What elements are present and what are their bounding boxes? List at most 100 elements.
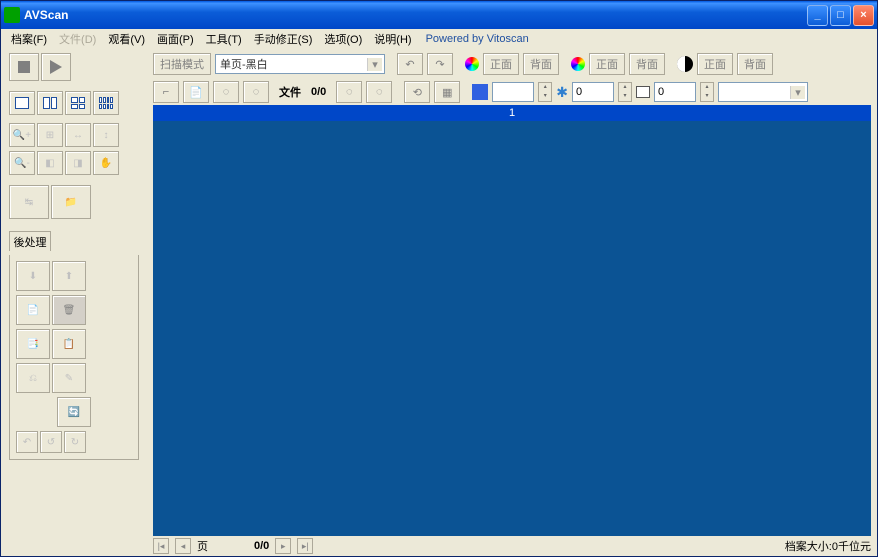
front-button-3[interactable]: 正面 (697, 53, 733, 75)
minimize-button[interactable]: _ (807, 5, 828, 26)
grid1-icon (15, 97, 29, 109)
scan-mode-button[interactable]: 扫描模式 (153, 53, 211, 75)
layout-1-button[interactable] (9, 91, 35, 115)
play-button[interactable] (41, 53, 71, 81)
fit-button[interactable]: ⊞ (37, 123, 63, 147)
next-page-button[interactable]: ▸ (275, 538, 291, 554)
menu-file[interactable]: 档案(F) (5, 29, 53, 49)
fit-height-button[interactable]: ↕ (93, 123, 119, 147)
app-icon (4, 7, 20, 23)
postprocess-group: ⬇ ⬆ 📄 🗑 📑 📋 ⎌ ✎ 🔄 ↶ ↺ ↻ (9, 255, 139, 460)
spin-1[interactable]: ▴▾ (538, 82, 552, 102)
monitor-icon (636, 86, 650, 98)
scan-mode-combo[interactable]: 单页-黑白 (215, 54, 385, 74)
scan-mode-value: 单页-黑白 (220, 56, 268, 72)
refresh-button[interactable]: 🔄 (57, 397, 91, 427)
redo-tb-button[interactable]: ↷ (427, 53, 453, 75)
rotate-left-button[interactable]: ↺ (40, 431, 62, 453)
blue-square-icon (472, 84, 488, 100)
toolbar-row-2: ⌐ 📄 ◌ ◌ 文件 0/0 ◌ ◌ ⟲ ▦ ▴▾ ✱ 0 ▴▾ 0 ▴▾ (147, 79, 877, 105)
grid8-icon (99, 97, 113, 109)
prev-page-button[interactable]: ◂ (175, 538, 191, 554)
front-button-1[interactable]: 正面 (483, 53, 519, 75)
num-input-2[interactable]: 0 (572, 82, 614, 102)
zoom-in-button[interactable]: 🔍+ (9, 123, 35, 147)
layout-8-button[interactable] (93, 91, 119, 115)
last-page-button[interactable]: ▸| (297, 538, 313, 554)
palette-icon-2 (571, 57, 585, 71)
post-btn-3[interactable]: 📄 (16, 295, 50, 325)
spin-3[interactable]: ▴▾ (700, 82, 714, 102)
powered-by-label: Powered by Vitoscan (426, 33, 529, 45)
maximize-button[interactable]: □ (830, 5, 851, 26)
menu-help[interactable]: 说明(H) (368, 29, 417, 49)
trash-button[interactable]: 🗑 (52, 295, 86, 325)
front-button-2[interactable]: 正面 (589, 53, 625, 75)
contrast-icon (677, 56, 693, 72)
back-button-3[interactable]: 背面 (737, 53, 773, 75)
gear-icon: ✱ (556, 84, 568, 101)
grid4-icon (71, 97, 85, 109)
titlebar: AVScan _ □ × (1, 1, 877, 29)
undo-tb-button[interactable]: ↶ (397, 53, 423, 75)
spin-2[interactable]: ▴▾ (618, 82, 632, 102)
play-icon (50, 60, 62, 74)
post-btn-1[interactable]: ⬇ (16, 261, 50, 291)
tb2-btn-4[interactable]: ◌ (243, 81, 269, 103)
layout-2-button[interactable] (37, 91, 63, 115)
menu-tool[interactable]: 工具(T) (200, 29, 248, 49)
canvas-header: 1 (153, 105, 871, 121)
page-count: 0/0 (254, 540, 269, 552)
left-panel: 🔍+ ⊞ ↔ ↕ 🔍- ◧ ◨ ✋ ↹ 📁 後处理 ⬇ ⬆ 📄 🗑 (1, 49, 147, 556)
tb2-btn-8[interactable]: ▦ (434, 81, 460, 103)
app-title: AVScan (24, 8, 807, 22)
menu-page[interactable]: 画面(P) (151, 29, 200, 49)
undo-button[interactable]: ↶ (16, 431, 38, 453)
tool-c-button[interactable]: ↹ (9, 185, 49, 219)
file-label: 文件 (279, 84, 301, 100)
back-button-1[interactable]: 背面 (523, 53, 559, 75)
tool-d-button[interactable]: 📁 (51, 185, 91, 219)
menu-options[interactable]: 选项(O) (318, 29, 368, 49)
canvas-area[interactable]: 1 (153, 105, 871, 536)
menu-manual-correction[interactable]: 手动修正(S) (248, 29, 319, 49)
tb2-btn-3[interactable]: ◌ (213, 81, 239, 103)
rotate-right-button[interactable]: ↻ (64, 431, 86, 453)
close-button[interactable]: × (853, 5, 874, 26)
page-label: 页 (197, 538, 208, 554)
palette-icon-1 (465, 57, 479, 71)
tb2-btn-1[interactable]: ⌐ (153, 81, 179, 103)
fit-width-button[interactable]: ↔ (65, 123, 91, 147)
tool-b-button[interactable]: ◨ (65, 151, 91, 175)
menu-document: 文件(D) (53, 29, 102, 49)
tb2-btn-7[interactable]: ⟲ (404, 81, 430, 103)
tb2-btn-6[interactable]: ◌ (366, 81, 392, 103)
menu-view[interactable]: 观看(V) (102, 29, 151, 49)
menubar: 档案(F) 文件(D) 观看(V) 画面(P) 工具(T) 手动修正(S) 选项… (1, 29, 877, 49)
back-button-2[interactable]: 背面 (629, 53, 665, 75)
filesize-label: 档案大小:0千位元 (785, 538, 871, 554)
zoom-out-button[interactable]: 🔍- (9, 151, 35, 175)
tb2-btn-2[interactable]: 📄 (183, 81, 209, 103)
toolbar-row-1: 扫描模式 单页-黑白 ↶ ↷ 正面 背面 正面 背面 正面 背面 (147, 49, 877, 79)
postprocess-tab[interactable]: 後处理 (9, 231, 51, 251)
first-page-button[interactable]: |◂ (153, 538, 169, 554)
stop-button[interactable] (9, 53, 39, 81)
hand-button[interactable]: ✋ (93, 151, 119, 175)
tool-a-button[interactable]: ◧ (37, 151, 63, 175)
stop-icon (18, 61, 30, 73)
file-count: 0/0 (311, 86, 326, 98)
num-input-1[interactable] (492, 82, 534, 102)
grid2-icon (43, 97, 57, 109)
tb2-btn-5[interactable]: ◌ (336, 81, 362, 103)
statusbar: |◂ ◂ 页 0/0 ▸ ▸| 档案大小:0千位元 (147, 536, 877, 556)
num-input-3[interactable]: 0 (654, 82, 696, 102)
combo-2[interactable] (718, 82, 808, 102)
post-btn-6[interactable]: 📋 (52, 329, 86, 359)
post-btn-5[interactable]: 📑 (16, 329, 50, 359)
post-btn-7[interactable]: ⎌ (16, 363, 50, 393)
post-btn-2[interactable]: ⬆ (52, 261, 86, 291)
post-btn-8[interactable]: ✎ (52, 363, 86, 393)
main-area: 扫描模式 单页-黑白 ↶ ↷ 正面 背面 正面 背面 正面 背面 ⌐ 📄 ◌ ◌… (147, 49, 877, 556)
layout-4-button[interactable] (65, 91, 91, 115)
